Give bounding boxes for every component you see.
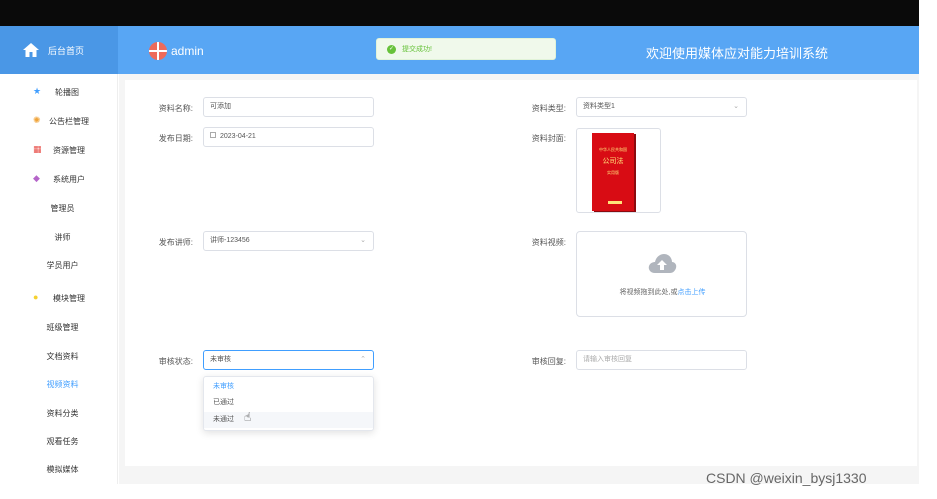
right-margin <box>919 0 937 499</box>
toast-text: 提交成功! <box>402 46 432 53</box>
username[interactable]: admin <box>171 44 204 58</box>
option-approved[interactable]: 已通过 <box>204 395 373 411</box>
chevron-up-icon: ⌃ <box>360 356 366 363</box>
video-label: 资料视频: <box>531 238 566 247</box>
type-select[interactable]: 资料类型1 ⌄ <box>576 97 747 117</box>
chevron-down-icon: ⌄ <box>360 237 366 244</box>
sidebar-item-modules[interactable]: ● 模块管理 <box>0 288 118 308</box>
type-label: 资料类型: <box>531 104 566 113</box>
gear-icon: ✺ <box>33 115 41 125</box>
status-label: 审核状态: <box>158 357 193 366</box>
star-icon: ★ <box>33 86 42 96</box>
watermark: CSDN @weixin_bysj1330 <box>706 470 867 486</box>
upload-hint: 将视频拖到此处,或点击上传 <box>619 289 706 296</box>
sidebar-item-admin[interactable]: 管理员 <box>0 198 118 218</box>
status-dropdown: 未审核 已通过 未通过 <box>203 376 374 431</box>
circle-icon: ● <box>33 292 39 302</box>
home-link[interactable]: 后台首页 <box>0 26 118 74</box>
click-upload-link[interactable]: 点击上传 <box>677 289 705 296</box>
avatar[interactable] <box>149 42 167 60</box>
check-icon: ✓ <box>387 44 396 54</box>
date-label: 发布日期: <box>158 134 193 143</box>
option-rejected[interactable]: 未通过 <box>204 412 373 428</box>
home-icon <box>23 43 39 57</box>
option-pending[interactable]: 未审核 <box>204 379 373 395</box>
reply-label: 审核回复: <box>531 357 566 366</box>
cloud-upload-icon <box>648 254 677 273</box>
sidebar: ★ 轮播图 ✺ 公告栏管理 ▦ 资源管理 ◆ 系统用户 管理员 讲师 学员用户 … <box>0 74 118 484</box>
sidebar-item-documents[interactable]: 文档资料 <box>0 346 118 366</box>
sidebar-item-students[interactable]: 学员用户 <box>0 255 118 275</box>
sidebar-item-mock-media[interactable]: 模拟媒体 <box>0 459 118 479</box>
sidebar-item-classes[interactable]: 班级管理 <box>0 317 118 337</box>
hand-cursor-icon: ☝ <box>244 410 252 424</box>
system-title: 欢迎使用媒体应对能力培训系统 <box>646 46 829 61</box>
sidebar-item-notice[interactable]: ✺ 公告栏管理 <box>0 111 118 131</box>
teacher-label: 发布讲师: <box>158 238 193 247</box>
sidebar-item-teacher[interactable]: 讲师 <box>0 227 118 247</box>
sidebar-item-categories[interactable]: 资料分类 <box>0 403 118 423</box>
cover-image: 中华人民共和国 公司法 实用版 <box>592 133 634 211</box>
user-icon: ◆ <box>33 173 40 183</box>
sidebar-item-resources[interactable]: ▦ 资源管理 <box>0 140 118 160</box>
sidebar-item-carousel[interactable]: ★ 轮播图 <box>0 82 118 102</box>
status-select[interactable]: 未审核 ⌃ <box>203 350 374 370</box>
name-input[interactable]: 可添加 <box>203 97 374 117</box>
video-upload-dropzone[interactable]: 将视频拖到此处,或点击上传 <box>576 231 747 317</box>
name-label: 资料名称: <box>158 104 193 113</box>
calendar-icon <box>210 132 216 139</box>
sidebar-item-videos[interactable]: 视频资料 <box>0 374 118 394</box>
reply-input[interactable]: 请输入审核回复 <box>576 350 747 370</box>
cover-upload[interactable]: 中华人民共和国 公司法 实用版 <box>576 128 661 213</box>
cover-label: 资料封面: <box>531 134 566 143</box>
home-label: 后台首页 <box>48 45 85 56</box>
teacher-select[interactable]: 讲师-123456 ⌄ <box>203 231 374 251</box>
top-black-bar <box>0 0 919 26</box>
header: 后台首页 admin ✓ 提交成功! 欢迎使用媒体应对能力培训系统 <box>0 26 919 74</box>
sidebar-item-system-users[interactable]: ◆ 系统用户 <box>0 169 118 189</box>
success-toast: ✓ 提交成功! <box>376 38 556 60</box>
chevron-down-icon: ⌄ <box>733 103 739 110</box>
sidebar-item-tasks[interactable]: 观看任务 <box>0 431 118 451</box>
grid-icon: ▦ <box>33 144 42 154</box>
date-picker[interactable]: 2023-04-21 <box>203 127 374 147</box>
